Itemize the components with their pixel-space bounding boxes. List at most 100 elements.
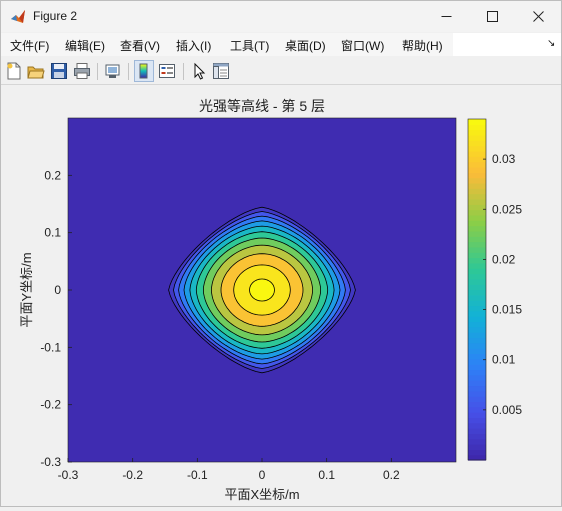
x-axis-label: 平面X坐标/m <box>224 487 299 502</box>
y-tick-label: 0.2 <box>44 168 61 182</box>
pointer-icon[interactable] <box>190 62 208 80</box>
colorbar-segment <box>468 188 486 195</box>
y-tick-label: -0.3 <box>40 455 61 469</box>
colorbar-tick-label: 0.02 <box>492 252 516 266</box>
menu-file[interactable]: 文件(F) <box>10 37 49 54</box>
menu-desktop[interactable]: 桌面(D) <box>285 37 326 54</box>
open-file-icon[interactable] <box>27 62 45 80</box>
colorbar-segment <box>468 209 486 216</box>
title-bar: Figure 2 <box>1 1 561 32</box>
colorbar-segment <box>468 380 486 387</box>
y-tick-label: -0.2 <box>40 398 61 412</box>
figure-window: Figure 2 文件(F) 编辑(E) 查看(V) 插入(I) 工具(T) 桌… <box>0 0 562 507</box>
property-inspector-icon[interactable] <box>212 62 230 80</box>
colorbar-tick-label: 0.025 <box>492 202 522 216</box>
colorbar-icon[interactable] <box>135 62 153 80</box>
maximize-icon <box>486 11 498 22</box>
minimize-button[interactable] <box>423 1 469 32</box>
menu-bar: 文件(F) 编辑(E) 查看(V) 插入(I) 工具(T) 桌面(D) 窗口(W… <box>1 32 561 57</box>
colorbar-segment <box>468 166 486 173</box>
colorbar-segment <box>468 145 486 152</box>
chart-title: 光强等高线 - 第 5 层 <box>199 98 325 114</box>
legend-icon[interactable] <box>158 62 176 80</box>
colorbar-segment <box>468 262 486 269</box>
toolbar-separator <box>183 63 184 80</box>
colorbar-segment <box>468 342 486 349</box>
new-figure-icon[interactable] <box>5 62 23 80</box>
y-tick-label: 0 <box>54 283 61 297</box>
colorbar-segment <box>468 364 486 371</box>
toolbar-separator <box>128 63 129 80</box>
menu-blank-area <box>453 33 561 56</box>
colorbar-segment <box>468 294 486 301</box>
colorbar-segment <box>468 438 486 445</box>
colorbar-segment <box>468 172 486 179</box>
y-axis-label: 平面Y坐标/m <box>19 252 34 327</box>
colorbar-segment <box>468 129 486 136</box>
colorbar-segment <box>468 428 486 434</box>
colorbar-segment <box>468 385 486 392</box>
maximize-button[interactable] <box>469 1 515 32</box>
menubar-overflow-icon[interactable]: ↘ <box>547 38 555 49</box>
colorbar-segment <box>468 310 486 317</box>
print-icon[interactable] <box>73 62 91 80</box>
colorbar-segment <box>468 124 486 131</box>
colorbar-segment <box>468 230 486 237</box>
colorbar-segment <box>468 332 486 339</box>
colorbar-segment <box>468 182 486 189</box>
figure-toolbar <box>1 58 561 85</box>
close-icon <box>532 11 544 22</box>
link-plot-icon[interactable] <box>104 62 122 80</box>
colorbar-tick-label: 0.03 <box>492 152 516 166</box>
contour-figure: 0.005 0.01 0.015 0.02 0.025 0.03 -0.3 -0.2 -0.1… <box>19 98 522 502</box>
colorbar-segment <box>468 177 486 184</box>
menu-help[interactable]: 帮助(H) <box>402 37 443 54</box>
colorbar-segment <box>468 236 486 243</box>
colorbar-segment <box>468 257 486 264</box>
colorbar-segment <box>468 337 486 344</box>
x-tick-label: 0.2 <box>383 468 400 482</box>
colorbar-segment <box>468 305 486 312</box>
colorbar-segment <box>468 374 486 381</box>
colorbar-segment <box>468 225 486 232</box>
colorbar-segment <box>468 412 486 418</box>
menu-view[interactable]: 查看(V) <box>120 37 160 54</box>
colorbar-segment <box>468 220 486 227</box>
colorbar-segment <box>468 390 486 397</box>
figure-canvas: 0.005 0.01 0.015 0.02 0.025 0.03 -0.3 -0.2 -0.1… <box>1 85 561 506</box>
y-tick-label: 0.1 <box>44 226 61 240</box>
colorbar-segment <box>468 198 486 205</box>
colorbar-tick-label: 0.005 <box>492 403 522 417</box>
colorbar-segment <box>468 246 486 253</box>
colorbar-segment <box>468 289 486 296</box>
colorbar-segment <box>468 241 486 248</box>
menu-insert[interactable]: 插入(I) <box>176 37 211 54</box>
save-icon[interactable] <box>50 62 68 80</box>
colorbar-segment <box>468 417 486 424</box>
window-title: Figure 2 <box>33 9 78 23</box>
colorbar-segment <box>468 396 486 402</box>
menu-window[interactable]: 窗口(W) <box>341 37 384 54</box>
x-tick-label: -0.2 <box>122 468 143 482</box>
colorbar-segment <box>468 326 486 333</box>
colorbar-segment <box>468 119 486 125</box>
x-tick-label: -0.3 <box>58 468 79 482</box>
minimize-icon <box>441 16 451 17</box>
colorbar-segment <box>468 433 486 440</box>
colorbar-segment <box>468 268 486 275</box>
colorbar-segment <box>468 401 486 408</box>
colorbar-segment <box>468 449 486 456</box>
colorbar-segment <box>468 150 486 157</box>
colorbar-segment <box>468 316 486 323</box>
close-button[interactable] <box>515 1 561 32</box>
colorbar-tick-label: 0.01 <box>492 353 516 367</box>
menu-tools[interactable]: 工具(T) <box>230 37 269 54</box>
x-tick-label: -0.1 <box>187 468 208 482</box>
colorbar-tick-label: 0.015 <box>492 303 522 317</box>
matlab-logo-icon <box>11 10 25 23</box>
menu-edit[interactable]: 编辑(E) <box>65 37 105 54</box>
colorbar-segment <box>468 444 486 450</box>
colorbar-segment <box>468 273 486 280</box>
toolbar-separator <box>97 63 98 80</box>
colorbar-segment <box>468 300 486 307</box>
